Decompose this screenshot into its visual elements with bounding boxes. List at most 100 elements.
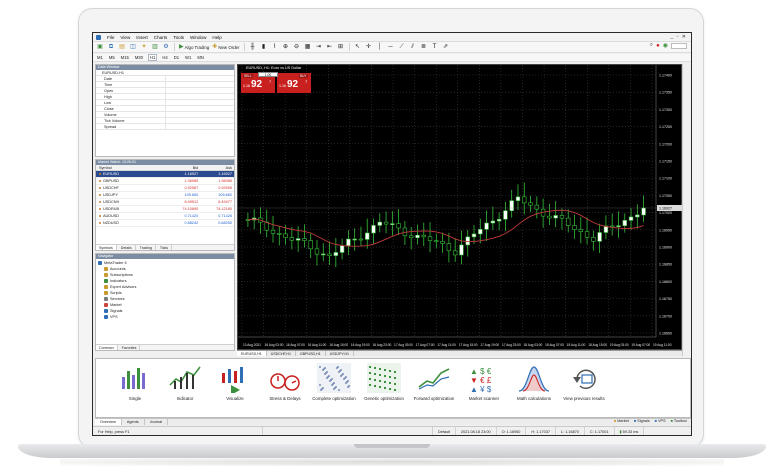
channel-button[interactable]: ⫽ <box>409 43 417 51</box>
community-icon[interactable]: ◉ <box>663 42 668 49</box>
tester-tab-overview[interactable]: Overview <box>95 419 122 425</box>
scroll-chart-button[interactable]: ⇥ <box>315 43 323 51</box>
tile-windows-button[interactable]: ▦ <box>304 43 312 51</box>
lot-size-input[interactable]: 1.00 <box>258 72 278 77</box>
vertical-line-button[interactable]: │ <box>376 43 384 51</box>
candle-body <box>578 229 583 233</box>
status-profile[interactable]: Default <box>433 427 457 435</box>
horizontal-line-button[interactable]: ─ <box>387 43 395 51</box>
menu-window[interactable]: Window <box>190 35 206 40</box>
toolbox-link-signals[interactable]: ■ Signals <box>634 418 650 425</box>
market-watch-tab-symbols[interactable]: Symbols <box>96 245 117 250</box>
navigator-item[interactable]: VPS <box>98 314 234 320</box>
tester-mode-single[interactable]: Single <box>113 363 157 401</box>
chart-canvas[interactable]: 1.17400 1.17350 1.17300 1.17250 1.17200 1.171… <box>238 65 683 351</box>
chart-tab[interactable]: USDJPY,H1 <box>326 351 355 356</box>
timeframe-mn[interactable]: MN <box>196 55 205 60</box>
market-watch-tab-ticks[interactable]: Ticks <box>157 245 173 250</box>
search-icon[interactable]: ⌕ <box>650 42 653 49</box>
menu-view[interactable]: View <box>120 35 130 40</box>
data-window-button[interactable]: ◫ <box>129 43 137 51</box>
price-chart[interactable]: 1.17400 1.17350 1.17300 1.17250 1.17200 1.171… <box>237 64 683 351</box>
time-axis-label: 16 Aug 19:00 <box>351 343 370 347</box>
tester-mode-view-previous-results[interactable]: View previous results <box>562 363 606 401</box>
crosshair-button[interactable]: ✛ <box>365 43 373 51</box>
toolbox-button[interactable]: ▥ <box>151 43 159 51</box>
tester-mode-stress-delays[interactable]: Stress & Delays <box>263 363 307 401</box>
profiles-button[interactable]: ⧉ <box>107 43 115 51</box>
vertical-scrollbar[interactable] <box>682 64 690 356</box>
timeframe-m15[interactable]: M15 <box>120 55 130 60</box>
algo-trading-button[interactable]: ▶ Algo Trading <box>179 43 209 51</box>
navigator-button[interactable]: ✦ <box>140 43 148 51</box>
tester-mode-complete-optimization[interactable]: Complete optimization <box>312 363 356 401</box>
tester-tab-journal[interactable]: Journal <box>145 419 169 425</box>
window-controls[interactable]: _ ▫ ✕ <box>670 34 687 40</box>
toolbox-link-vps[interactable]: ■ VPS <box>655 418 666 425</box>
indicator-icon <box>169 366 201 389</box>
new-chart-button[interactable]: ▣ <box>96 43 104 51</box>
menu-help[interactable]: Help <box>212 35 221 40</box>
market-watch-row[interactable]: NZDUSD 0.68242 0.68250 <box>96 220 234 227</box>
tester-mode-market-scanner[interactable]: ▲ $ € ▼ € £ ▲ ¥ $ Market scanner <box>462 363 506 401</box>
navigator-tab-common[interactable]: Common <box>96 345 118 350</box>
timeframe-d1[interactable]: D1 <box>173 55 180 60</box>
candlestick-button[interactable]: ▮ <box>260 43 268 51</box>
symbol-name: USDRUB <box>103 206 120 211</box>
timeframe-m5[interactable]: M5 <box>108 55 116 60</box>
timeframe-m1[interactable]: M1 <box>96 55 104 60</box>
candlestick-icon: ▮ <box>261 44 266 50</box>
menu-file[interactable]: File <box>107 35 114 40</box>
zoom-out-button[interactable]: ⊖ <box>293 43 301 51</box>
scroll-chart-icon: ⇥ <box>316 44 322 50</box>
line-chart-button[interactable]: ⌇ <box>271 43 279 51</box>
buy-button[interactable]: BUY 1.16 92 7 <box>277 73 311 93</box>
bid-cell: 74.10690 <box>182 207 199 211</box>
new-order-icon: ✚ <box>212 44 218 50</box>
trendline-button[interactable]: ⟋ <box>398 43 406 51</box>
new-order-button[interactable]: ✚ New Order <box>212 43 239 51</box>
new-order-label: New Order <box>218 44 240 50</box>
chart-shift-button[interactable]: ⇤ <box>326 43 334 51</box>
chart-tab[interactable]: USDCHF,H1 <box>267 351 296 356</box>
toolbox-link-market[interactable]: ■ Market <box>614 418 629 425</box>
market-watch-tab-details[interactable]: Details <box>118 245 136 250</box>
market-watch-button[interactable]: ▤ <box>118 43 126 51</box>
bid-column-header[interactable]: Bid <box>166 165 201 170</box>
tester-mode-forward-optimization[interactable]: Forward optimization <box>412 363 456 401</box>
zoom-in-button[interactable]: ⊕ <box>282 43 290 51</box>
account-icon[interactable]: ● <box>656 43 660 49</box>
cursor-button[interactable]: ↖ <box>354 43 362 51</box>
fibonacci-button[interactable]: ≣ <box>420 43 428 51</box>
tester-mode-indicator[interactable]: Indicator <box>163 363 207 401</box>
tester-mode-visualize[interactable]: Visualize <box>213 363 257 401</box>
symbol-status-icon <box>99 201 101 203</box>
toolbox-link-toolbox[interactable]: ■ Toolbox <box>671 418 687 425</box>
timeframe-h1[interactable]: H1 <box>147 54 158 61</box>
ask-column-header[interactable]: Ask <box>200 165 234 170</box>
bid-cell: 0.68242 <box>184 221 199 225</box>
tester-mode-genetic-optimization[interactable]: Genetic optimization <box>362 363 406 401</box>
bid-cell: 1.16927 <box>184 172 199 176</box>
candle-body <box>459 244 464 256</box>
timeframe-m30[interactable]: M30 <box>134 55 144 60</box>
navigator-tab-favorites[interactable]: Favorites <box>119 345 141 350</box>
tester-mode-math-calculations[interactable]: Math calculations <box>512 363 556 401</box>
sell-price-big: 92 <box>251 79 263 90</box>
bar-chart-button[interactable]: ╫ <box>249 43 257 51</box>
symbol-column-header[interactable]: Symbol <box>96 165 166 170</box>
tester-tab-agents[interactable]: Agents <box>122 419 145 425</box>
menu-charts[interactable]: Charts <box>154 35 168 40</box>
chart-tab[interactable]: GBPUSD,H1 <box>296 351 326 356</box>
indicators-button[interactable]: ⊞ <box>337 43 345 51</box>
chart-tab[interactable]: EURUSD,H1 <box>237 351 267 356</box>
arrows-button[interactable]: ⇗ <box>442 43 450 51</box>
menu-tools[interactable]: Tools <box>173 35 184 40</box>
timeframe-h4[interactable]: H4 <box>161 55 168 60</box>
search-input[interactable] <box>671 42 687 49</box>
market-watch-tab-trading[interactable]: Trading <box>137 245 156 250</box>
timeframe-w1[interactable]: W1 <box>184 55 192 60</box>
menu-insert[interactable]: Insert <box>136 35 148 40</box>
tester-button[interactable]: ⚙ <box>162 43 170 51</box>
text-button[interactable]: T <box>431 43 439 51</box>
